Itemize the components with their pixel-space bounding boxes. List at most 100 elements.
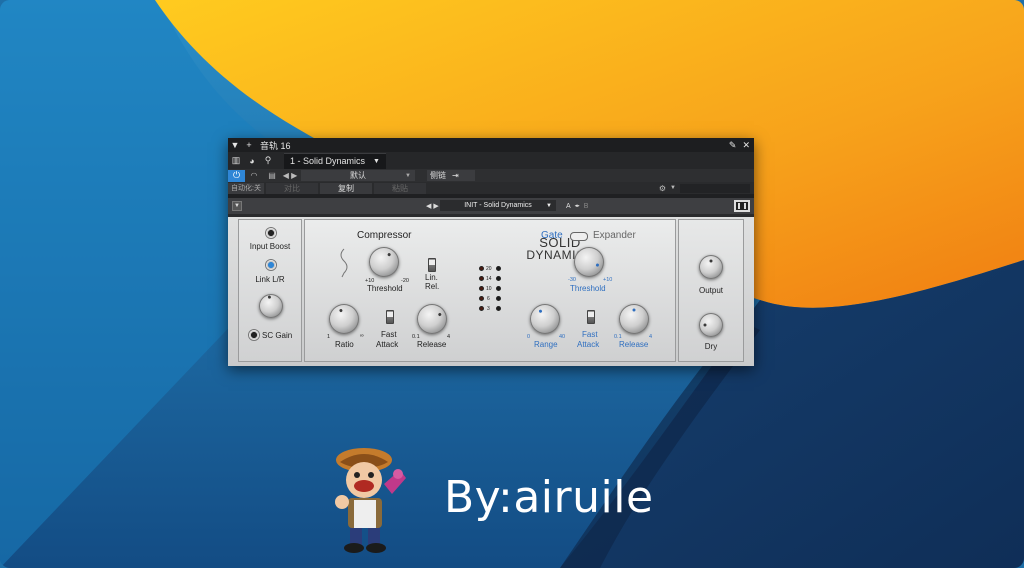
comp-release-knob[interactable] [417, 304, 447, 334]
window-titlebar: ▼ + 音轨 16 ✎ ✕ [228, 138, 754, 152]
meter-led [479, 266, 484, 271]
meter-led [479, 276, 484, 281]
gate-threshold-min: -30 [568, 277, 576, 283]
power-button[interactable]: ⏻ [228, 169, 245, 182]
plugin-faceplate: Input Boost Link L/R SC Gain Compressor … [228, 217, 754, 366]
ratio-knob[interactable] [329, 304, 359, 334]
compressor-label: Compressor [357, 230, 412, 241]
compare-button[interactable]: 对比 [266, 182, 318, 194]
range-min: 0 [527, 334, 531, 340]
preset-row: ⏻ ◠ ▤ ◀ ▶ 默认 ▼ 侧链 ⇥ [228, 169, 754, 182]
window-title: 音轨 16 [260, 140, 291, 151]
dry-label: Dry [704, 342, 718, 351]
comp-release-max: 4 [447, 334, 451, 340]
comp-attack-label: Attack [376, 340, 399, 349]
comp-threshold-label: Threshold [367, 284, 403, 293]
gate-attack-label: Attack [577, 340, 600, 349]
chevron-down-icon: ▼ [546, 202, 552, 209]
range-label: Range [534, 340, 558, 349]
lin-rel-switch[interactable] [428, 258, 436, 272]
input-boost-label: Input Boost [249, 242, 291, 251]
range-knob[interactable] [530, 304, 560, 334]
chevron-down-icon: ▼ [405, 172, 411, 179]
file-icon[interactable]: ▤ [263, 171, 281, 180]
chevron-down-icon: ▼ [373, 157, 380, 165]
tab-label: 1 - Solid Dynamics [290, 156, 366, 166]
channel-icon[interactable]: ⚲ [260, 152, 276, 169]
comp-release-label: Release [417, 340, 447, 349]
meter-scale-6: 6 [487, 296, 490, 302]
gate-fast-attack-switch[interactable] [587, 310, 595, 324]
meter-led [496, 286, 501, 291]
pin-icon[interactable]: ✎ [729, 140, 737, 151]
close-icon[interactable]: ✕ [742, 140, 750, 151]
bypass-icon[interactable]: ◠ [245, 171, 263, 180]
ab-a-button[interactable]: A [566, 203, 571, 210]
gate-release-knob[interactable] [619, 304, 649, 334]
chevron-down-icon[interactable]: ▼ [670, 185, 676, 191]
toolbar-row: ▥ ◕ ⚲ 1 - Solid Dynamics ▼ [228, 152, 754, 169]
sc-gain-toggle[interactable] [249, 330, 259, 340]
preset-nav-icon[interactable]: ◀ ▶ [426, 202, 439, 210]
rack-icon[interactable]: ▥ [228, 152, 244, 169]
copy-button[interactable]: 复制 [320, 182, 372, 194]
compressor-curve-icon [340, 248, 348, 278]
link-lr-toggle[interactable] [266, 260, 276, 270]
meter-scale-14: 14 [486, 276, 492, 282]
comp-fast-attack-switch[interactable] [386, 310, 394, 324]
add-icon[interactable]: + [242, 140, 256, 150]
range-max: 40 [559, 334, 566, 340]
sidechain-label: 侧链 [430, 171, 446, 180]
lin-rel-label-1: Lin. [425, 273, 438, 282]
gear-icon[interactable]: ⚙ [659, 184, 666, 193]
gate-threshold-max: +10 [603, 277, 613, 283]
sidechain-button[interactable]: 侧链 ⇥ [427, 170, 475, 181]
author-byline: By:airuile [444, 472, 654, 523]
output-knob[interactable] [699, 255, 723, 279]
input-boost-toggle[interactable] [266, 228, 276, 238]
plugin-menu-button[interactable]: ▼ [232, 201, 242, 211]
mascot-image [335, 448, 406, 553]
tab-plugin-instance[interactable]: 1 - Solid Dynamics ▼ [284, 152, 386, 169]
meter-led [496, 296, 501, 301]
sc-gain-knob[interactable] [259, 294, 283, 318]
menu-dropdown-icon[interactable]: ▼ [228, 140, 242, 150]
plugin-preset-select[interactable]: INIT - Solid Dynamics ▼ [440, 200, 556, 211]
routing-icon[interactable]: ◕ [244, 152, 260, 169]
dry-knob[interactable] [699, 313, 723, 337]
expander-label[interactable]: Expander [593, 230, 636, 241]
automation-row: 自动化:关 对比 复制 粘贴 ⚙ ▼ [228, 182, 754, 194]
plugin-preset-name: INIT - Solid Dynamics [464, 202, 532, 209]
lin-rel-label-2: Rel. [425, 282, 440, 291]
gate-fast-label: Fast [582, 330, 598, 339]
gate-release-label: Release [619, 340, 649, 349]
preset-select-value: 默认 [350, 171, 366, 180]
preset-select[interactable]: 默认 ▼ [301, 170, 415, 181]
paste-button[interactable]: 粘贴 [374, 182, 426, 194]
meter-led [479, 306, 484, 311]
meter-scale-20: 20 [486, 266, 492, 272]
gate-threshold-label: Threshold [570, 284, 606, 293]
meter-led [496, 276, 501, 281]
meter-scale-10: 10 [486, 286, 492, 292]
sidechain-icon: ⇥ [452, 171, 459, 180]
sc-gain-label: SC Gain [262, 331, 293, 340]
ratio-max: ∞ [360, 333, 364, 339]
gate-threshold-knob[interactable] [574, 247, 604, 277]
ab-b-button[interactable]: B [584, 203, 589, 210]
prev-next-icon[interactable]: ◀ ▶ [281, 171, 299, 180]
output-panel: Output Dry [678, 219, 744, 362]
settings-field[interactable] [680, 183, 750, 193]
input-panel: Input Boost Link L/R SC Gain [238, 219, 302, 362]
gate-expander-toggle[interactable] [570, 232, 588, 241]
meter-led [479, 286, 484, 291]
view-toggle-button[interactable] [734, 200, 750, 212]
meter-led [496, 306, 501, 311]
ab-arrow-icon[interactable]: ◂▸ [575, 203, 580, 209]
gate-release-max: 4 [649, 334, 653, 340]
gate-label[interactable]: Gate [541, 230, 563, 241]
automation-button[interactable]: 自动化:关 [228, 182, 264, 194]
meter-led [496, 266, 501, 271]
comp-threshold-knob[interactable] [369, 247, 399, 277]
ab-compare: A ◂▸ B [566, 203, 588, 210]
